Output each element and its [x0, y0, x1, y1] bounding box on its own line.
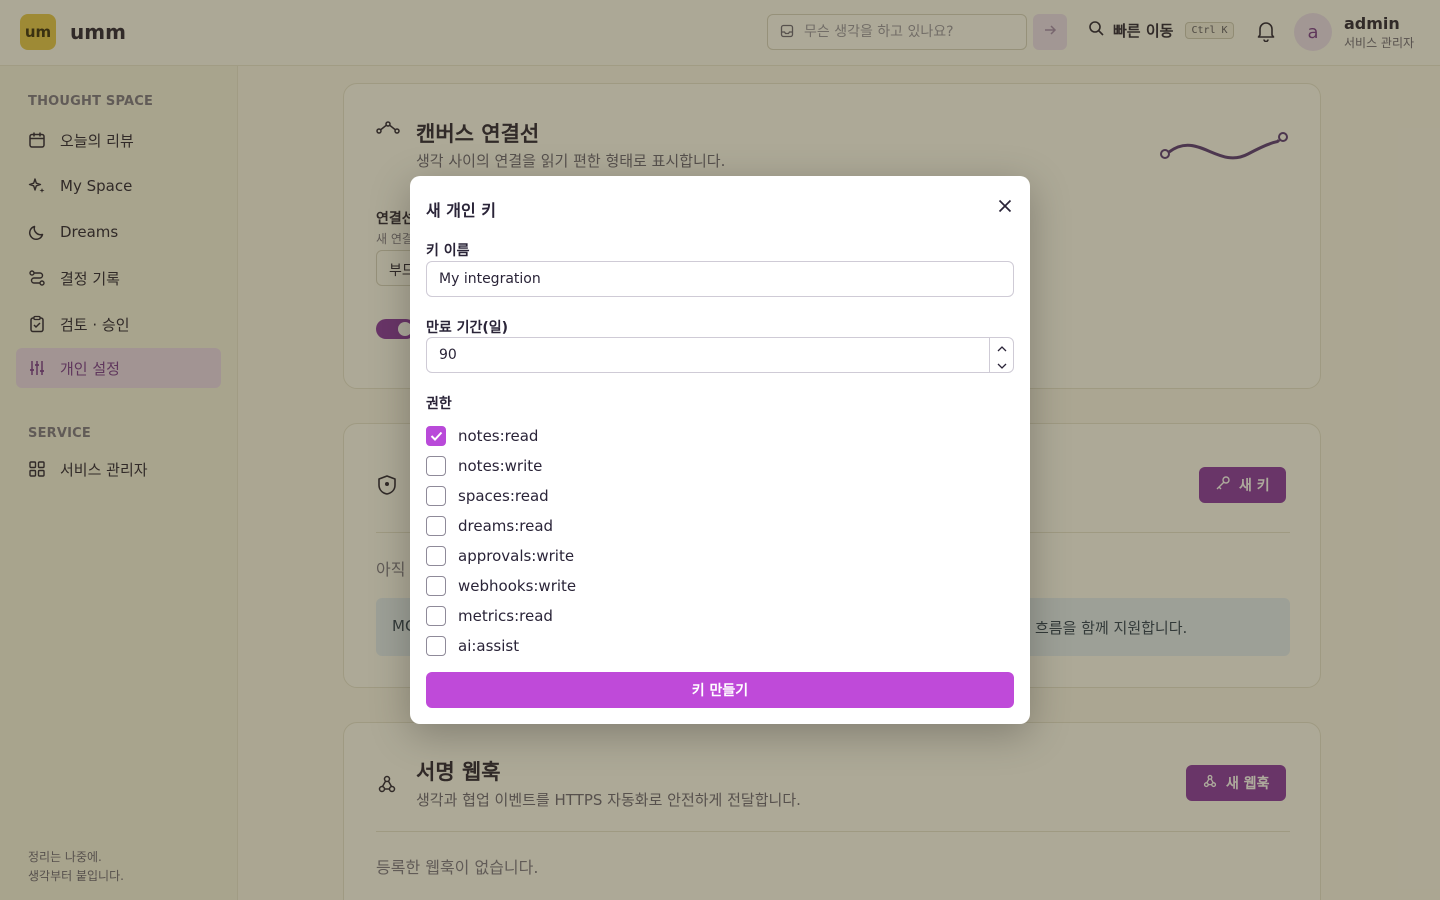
check-icon	[430, 431, 442, 441]
permission-checkbox[interactable]	[426, 516, 446, 536]
permission-item[interactable]: notes:read	[426, 425, 538, 447]
permission-label: notes:write	[458, 457, 543, 475]
key-name-label: 키 이름	[426, 243, 470, 259]
permission-checkbox[interactable]	[426, 636, 446, 656]
dialog-title: 새 개인 키	[426, 201, 497, 220]
close-icon	[998, 198, 1012, 217]
permission-label: spaces:read	[458, 487, 549, 505]
permission-item[interactable]: notes:write	[426, 455, 542, 477]
key-name-input[interactable]	[426, 261, 1014, 297]
expiry-stepper	[989, 338, 1013, 372]
expiry-label: 만료 기간(일)	[426, 320, 509, 336]
permission-checkbox[interactable]	[426, 546, 446, 566]
permission-checkbox[interactable]	[426, 576, 446, 596]
permission-item[interactable]: ai:assist	[426, 635, 519, 657]
permission-item[interactable]: webhooks:write	[426, 575, 576, 597]
permission-label: ai:assist	[458, 637, 520, 655]
permission-checkbox[interactable]	[426, 426, 446, 446]
increment-button[interactable]	[990, 338, 1014, 355]
expiry-input[interactable]	[427, 338, 989, 372]
permission-label: dreams:read	[458, 517, 554, 535]
permission-item[interactable]: dreams:read	[426, 515, 553, 537]
permission-label: webhooks:write	[458, 577, 577, 595]
permission-item[interactable]: spaces:read	[426, 485, 549, 507]
new-key-dialog: 새 개인 키 키 이름 만료 기간(일) 권한 notes:rea	[410, 176, 1030, 724]
permission-item[interactable]: approvals:write	[426, 545, 574, 567]
permission-checkbox[interactable]	[426, 456, 446, 476]
decrement-button[interactable]	[990, 355, 1014, 372]
permission-label: metrics:read	[458, 607, 553, 625]
permission-checkbox[interactable]	[426, 486, 446, 506]
chevron-down-icon	[997, 354, 1007, 373]
create-key-button[interactable]: 키 만들기	[426, 672, 1014, 708]
close-button[interactable]	[994, 196, 1016, 218]
permissions-label: 권한	[426, 396, 452, 412]
expiry-field	[426, 337, 1014, 373]
permission-label: notes:read	[458, 427, 539, 445]
permission-checkbox[interactable]	[426, 606, 446, 626]
permission-item[interactable]: metrics:read	[426, 605, 553, 627]
permission-label: approvals:write	[458, 547, 575, 565]
